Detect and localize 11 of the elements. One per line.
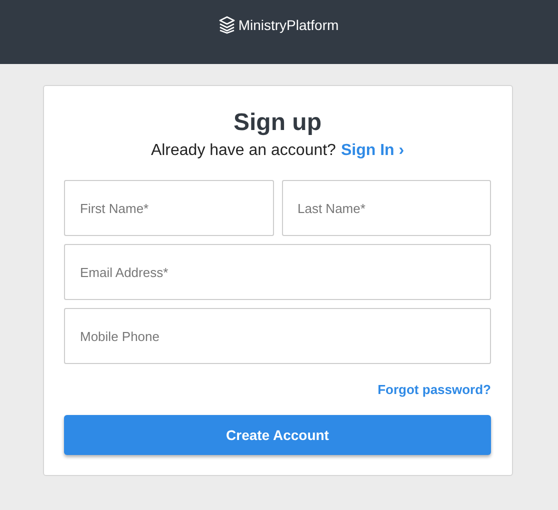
input-field[interactable]: Email Address* [64,244,491,300]
logo-text: MinistryPlatform [238,17,339,33]
input-field[interactable]: Mobile Phone [64,308,491,364]
prompt-text: Already have an account? [150,142,336,160]
create-account-button[interactable]: Create Account [64,415,491,455]
sign-in-link[interactable]: Sign In › [340,142,404,160]
input-field[interactable]: Last Name* [282,180,491,236]
forgot-password-link[interactable]: Forgot password? [378,382,491,397]
input-field[interactable]: First Name* [64,180,274,236]
form-title: Sign up [232,108,322,138]
layers-icon [219,16,236,34]
